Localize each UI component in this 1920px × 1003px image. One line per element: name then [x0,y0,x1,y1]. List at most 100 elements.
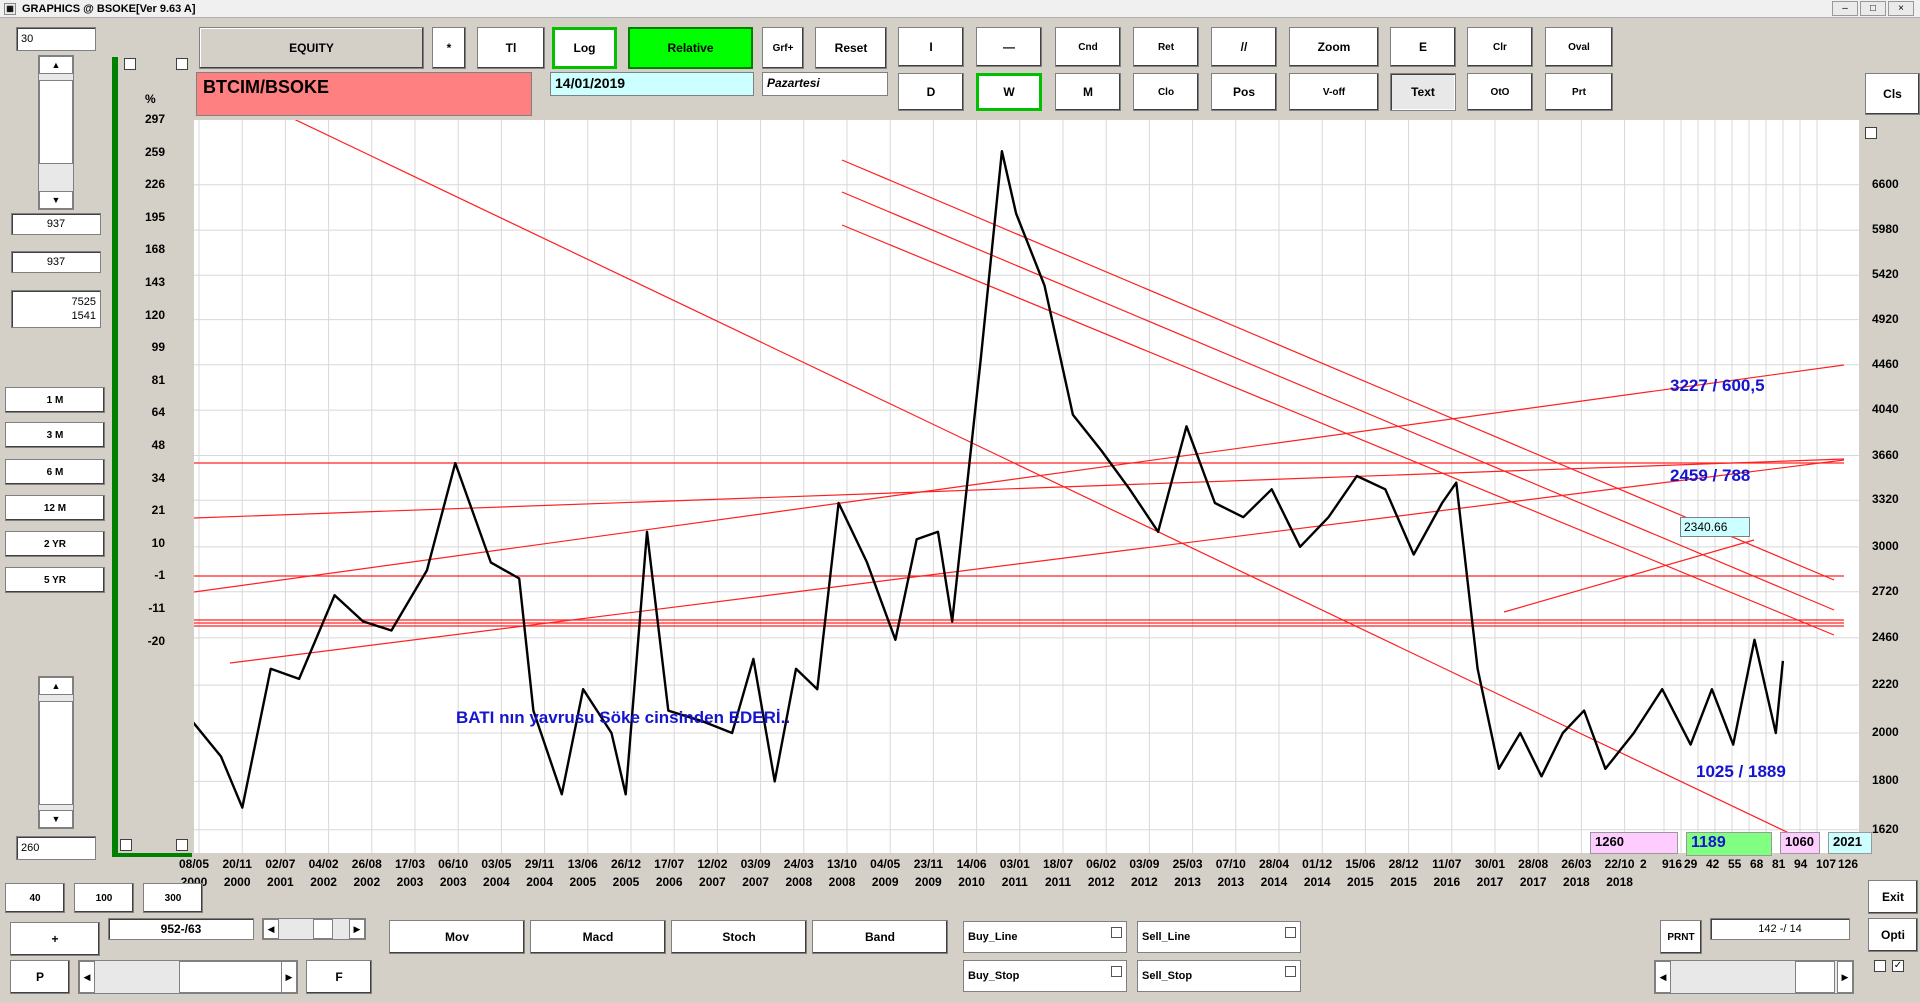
f-button[interactable]: F [306,960,372,994]
scroll-left-arrow-icon[interactable]: ◀ [79,961,95,993]
exit-button[interactable]: Exit [1868,880,1918,914]
clo-button[interactable]: Clo [1133,73,1199,111]
scroll-right-arrow-icon[interactable]: ▶ [1837,961,1853,993]
x-axis-extra-tick: 94 [1794,857,1808,871]
left-lower-scrollbar[interactable]: ▲ ▼ [38,676,74,829]
close-button[interactable]: × [1888,1,1914,16]
scroll-thumb[interactable] [39,80,73,164]
maximize-button[interactable]: □ [1860,1,1886,16]
band-button[interactable]: Band [812,920,948,954]
equity-button[interactable]: EQUITY [199,27,424,69]
period-3m-button[interactable]: 3 M [5,422,105,448]
grf-plus-button[interactable]: Grf+ [762,27,804,69]
sell-line-checkbox[interactable] [1285,927,1296,938]
bottom-value-input[interactable]: 260 [16,836,96,860]
period-12m-button[interactable]: 12 M [5,495,105,521]
e-button[interactable]: E [1390,27,1456,67]
checkbox-bottom-right[interactable] [176,839,188,851]
period-6m-button[interactable]: 6 M [5,459,105,485]
prt-button[interactable]: Prt [1545,73,1613,111]
scroll-up-arrow-icon[interactable]: ▲ [39,56,73,74]
scroll-thumb[interactable] [1795,961,1835,993]
price-chart[interactable] [194,120,1859,853]
zoom-100-button[interactable]: 100 [74,883,134,913]
scroll-down-arrow-icon[interactable]: ▼ [39,191,73,209]
period-5yr-button[interactable]: 5 YR [5,567,105,593]
buy-stop-toggle[interactable]: Buy_Stop [963,960,1127,992]
clr-button[interactable]: Clr [1467,27,1533,67]
counter-field: 952-/63 [108,918,254,940]
annotation-note[interactable]: BATI nın yavrusu Söke cinsinden EDERİ.. [456,708,790,728]
daily-button[interactable]: D [898,73,964,111]
plus-button[interactable]: + [10,922,100,956]
oval-button[interactable]: Oval [1545,27,1613,67]
zoom-300-button[interactable]: 300 [143,883,203,913]
annotation-2459[interactable]: 2459 / 788 [1670,466,1750,486]
x-axis-tick: 04/05 2009 [870,857,901,889]
x-axis-tick: 03/05 2004 [481,857,512,889]
buy-stop-checkbox[interactable] [1111,966,1122,977]
weekly-button[interactable]: W [976,73,1042,111]
current-value-label: 2340.66 [1680,517,1750,537]
log-button[interactable]: Log [552,27,617,69]
buy-line-toggle[interactable]: Buy_Line [963,921,1127,953]
scroll-thumb[interactable] [179,961,294,993]
scroll-left-arrow-icon[interactable]: ◀ [263,919,279,939]
value-field-1: 937 [11,213,101,235]
checkbox-top-left[interactable] [124,58,136,70]
period-input[interactable]: 30 [16,27,96,51]
text-button[interactable]: Text [1390,73,1456,111]
left-vertical-scrollbar[interactable]: ▲ ▼ [38,55,74,210]
minimize-button[interactable]: – [1832,1,1858,16]
symbol-box: BTCIM/BSOKE [196,72,532,116]
v-off-button[interactable]: V-off [1289,73,1379,111]
oto-button[interactable]: OtO [1467,73,1533,111]
top-hscroll[interactable]: ◀ ▶ [262,918,366,940]
annotation-1025[interactable]: 1025 / 1889 [1696,762,1786,782]
sell-stop-toggle[interactable]: Sell_Stop [1137,960,1301,992]
checkbox-bottom-right-1[interactable] [1874,960,1886,972]
right-hscroll[interactable]: ◀ ▶ [1654,960,1854,994]
checkbox-right-top[interactable] [1865,127,1877,139]
pos-button[interactable]: Pos [1211,73,1277,111]
annotation-3227[interactable]: 3227 / 600,5 [1670,376,1765,396]
x-axis-tick: 28/12 2015 [1388,857,1419,889]
reset-button[interactable]: Reset [815,27,887,69]
scroll-thumb[interactable] [39,701,73,805]
stoch-button[interactable]: Stoch [671,920,807,954]
period-2yr-button[interactable]: 2 YR [5,531,105,557]
macd-button[interactable]: Macd [530,920,666,954]
tl-button[interactable]: Tl [477,27,545,69]
scroll-down-arrow-icon[interactable]: ▼ [39,810,73,828]
scroll-left-arrow-icon[interactable]: ◀ [1655,961,1671,993]
prnt-button[interactable]: PRNT [1660,920,1702,954]
sell-line-toggle[interactable]: Sell_Line [1137,921,1301,953]
parallel-lines-button[interactable]: // [1211,27,1277,67]
relative-button[interactable]: Relative [628,27,753,69]
bottom-hscroll[interactable]: ◀ ▶ [78,960,298,994]
cnd-button[interactable]: Cnd [1055,27,1121,67]
x-axis-tick: 18/07 2011 [1042,857,1074,889]
buy-line-checkbox[interactable] [1111,927,1122,938]
checkbox-bottom-left[interactable] [120,839,132,851]
scroll-up-arrow-icon[interactable]: ▲ [39,677,73,695]
scroll-right-arrow-icon[interactable]: ▶ [281,961,297,993]
horizontal-line-button[interactable]: — [976,27,1042,67]
zoom-button[interactable]: Zoom [1289,27,1379,67]
vertical-line-button[interactable]: I [898,27,964,67]
p-button[interactable]: P [10,960,70,994]
opti-button[interactable]: Opti [1868,918,1918,952]
monthly-button[interactable]: M [1055,73,1121,111]
zoom-40-button[interactable]: 40 [5,883,65,913]
star-button[interactable]: * [432,27,466,69]
check-icon[interactable]: ✓ [1892,960,1904,972]
cls-button[interactable]: Cls [1865,73,1920,115]
ret-button[interactable]: Ret [1133,27,1199,67]
mov-button[interactable]: Mov [389,920,525,954]
right-axis-tick: 5980 [1872,222,1899,237]
sell-stop-checkbox[interactable] [1285,966,1296,977]
scroll-thumb[interactable] [313,919,333,939]
checkbox-top-right[interactable] [176,58,188,70]
period-1m-button[interactable]: 1 M [5,387,105,413]
scroll-right-arrow-icon[interactable]: ▶ [349,919,365,939]
